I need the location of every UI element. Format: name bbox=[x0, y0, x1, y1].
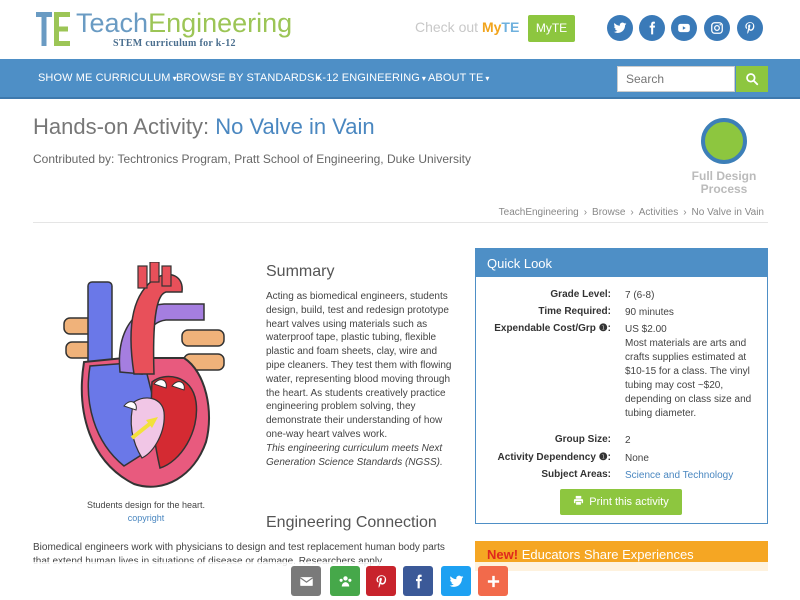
time-required-label: Time Required: bbox=[538, 306, 611, 317]
engineering-connection-heading: Engineering Connection bbox=[266, 514, 437, 531]
activity-dependency-value: None bbox=[625, 453, 649, 464]
grade-level-value: 7 (6-8) bbox=[625, 290, 655, 301]
breadcrumb-current: No Valve in Vain bbox=[691, 207, 764, 218]
copyright-link[interactable]: copyright bbox=[54, 513, 238, 523]
share-toolbar bbox=[0, 562, 800, 600]
myte-button[interactable]: MyTE bbox=[528, 15, 575, 42]
checkout-myte-text: Check out MyTE bbox=[415, 19, 520, 35]
youtube-icon[interactable] bbox=[671, 15, 697, 41]
full-design-process-label[interactable]: Full Design Process bbox=[680, 170, 768, 196]
breadcrumb-separator-icon: › bbox=[683, 207, 687, 218]
facebook-icon[interactable] bbox=[639, 15, 665, 41]
quick-look-panel: Quick Look Grade Level: 7 (6-8) Time Req… bbox=[475, 248, 768, 524]
info-icon[interactable]: ❶ bbox=[599, 452, 608, 463]
instagram-icon[interactable] bbox=[704, 15, 730, 41]
print-icon bbox=[574, 495, 584, 506]
breadcrumb-item[interactable]: Activities bbox=[639, 207, 678, 218]
figure-caption: Students design for the heart. bbox=[86, 500, 206, 510]
te-logo-mark-icon bbox=[36, 12, 70, 46]
teachengineering-logo[interactable]: TeachEngineering STEM curriculum for k-1… bbox=[36, 8, 301, 50]
breadcrumb-separator-icon: › bbox=[630, 207, 634, 218]
subject-areas-link[interactable]: Science and Technology bbox=[625, 469, 761, 483]
summary-text: Acting as biomedical engineers, students… bbox=[266, 290, 454, 469]
site-header: TeachEngineering STEM curriculum for k-1… bbox=[0, 0, 800, 58]
page-title: Hands-on Activity: No Valve in Vain bbox=[33, 114, 375, 139]
nav-browse-by-standards[interactable]: BROWSE BY STANDARDS ▾ bbox=[176, 72, 321, 84]
breadcrumb-item[interactable]: Browse bbox=[592, 207, 625, 218]
twitter-icon[interactable] bbox=[607, 15, 633, 41]
expendable-cost-label: Expendable Cost/Grp ❶: bbox=[494, 323, 611, 334]
plus-icon[interactable] bbox=[478, 566, 508, 596]
search-icon bbox=[746, 73, 759, 86]
time-required-value: 90 minutes bbox=[625, 307, 674, 318]
summary-body: Acting as biomedical engineers, students… bbox=[266, 291, 452, 440]
group-size-label: Group Size: bbox=[554, 434, 611, 445]
facebook-icon[interactable] bbox=[403, 566, 433, 596]
logo-wordmark: TeachEngineering bbox=[76, 8, 293, 38]
info-icon[interactable]: ❶ bbox=[599, 323, 608, 334]
heart-illustration[interactable] bbox=[54, 262, 244, 502]
chevron-down-icon: ▾ bbox=[421, 74, 427, 83]
nav-k12-engineering[interactable]: K-12 ENGINEERING ▾ bbox=[315, 72, 426, 84]
subject-areas-label: Subject Areas: bbox=[541, 469, 611, 480]
summary-heading: Summary bbox=[266, 263, 335, 280]
full-design-process-icon[interactable] bbox=[701, 118, 747, 164]
contributed-by: Contributed by: Techtronics Program, Pra… bbox=[33, 152, 471, 166]
expendable-cost-value: US $2.00 Most materials are arts and craf… bbox=[625, 324, 752, 419]
breadcrumb-separator-icon: › bbox=[583, 207, 588, 218]
activity-dependency-label: Activity Dependency ❶: bbox=[497, 452, 611, 463]
breadcrumb-item[interactable]: TeachEngineering bbox=[499, 207, 579, 218]
pinterest-icon[interactable] bbox=[366, 566, 396, 596]
chevron-down-icon: ▾ bbox=[485, 74, 490, 83]
twitter-icon[interactable] bbox=[441, 566, 471, 596]
ngss-note: This engineering curriculum meets Next G… bbox=[266, 442, 443, 468]
divider bbox=[33, 222, 768, 223]
pinterest-icon[interactable] bbox=[737, 15, 763, 41]
nav-show-me-curriculum[interactable]: SHOW ME CURRICULUM ▾ bbox=[38, 72, 177, 84]
search-button[interactable] bbox=[736, 66, 768, 92]
print-activity-button[interactable]: Print this activity bbox=[560, 489, 682, 515]
share-people-icon[interactable] bbox=[330, 566, 360, 596]
group-size-value: 2 bbox=[625, 435, 631, 446]
logo-tagline: STEM curriculum for k-12 bbox=[113, 38, 236, 49]
search-input[interactable] bbox=[617, 66, 735, 92]
email-icon[interactable] bbox=[291, 566, 321, 596]
nav-about-te[interactable]: ABOUT TE ▾ bbox=[428, 72, 490, 84]
breadcrumb: TeachEngineering › Browse › Activities › No Va… bbox=[499, 207, 764, 218]
grade-level-label: Grade Level: bbox=[550, 289, 611, 300]
quick-look-heading: Quick Look bbox=[476, 249, 767, 277]
